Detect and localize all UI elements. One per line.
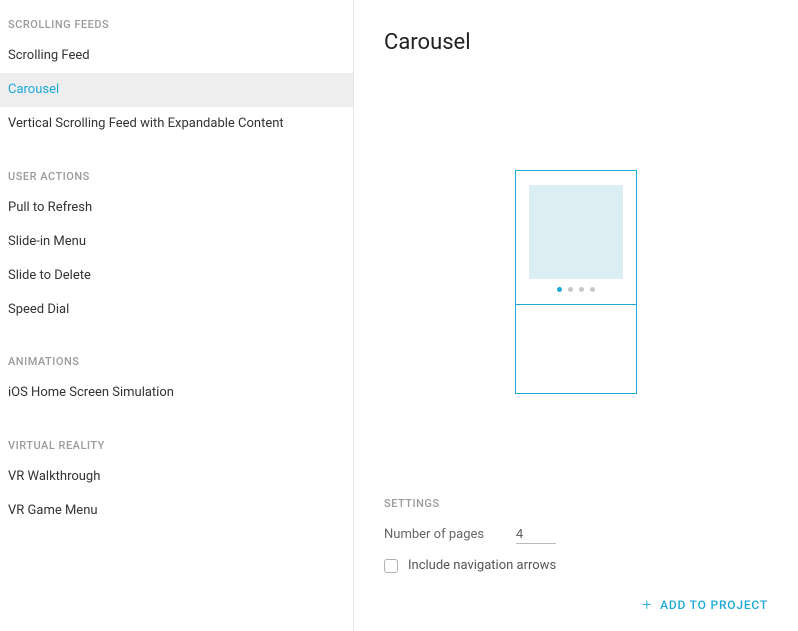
sidebar-item-carousel[interactable]: Carousel [0,73,353,107]
page-title: Carousel [384,30,768,55]
preview-area [384,75,768,489]
pages-label: Number of pages [384,527,516,542]
plus-icon: + [642,597,652,613]
footer: + ADD TO PROJECT [384,597,768,613]
settings-header: SETTINGS [384,497,768,510]
section-header: VIRTUAL REALITY [0,439,353,460]
arrows-checkbox[interactable] [384,559,398,573]
section-scrolling-feeds: SCROLLING FEEDS Scrolling Feed Carousel … [0,18,353,142]
dot-icon [568,287,573,292]
add-to-project-button[interactable]: + ADD TO PROJECT [642,597,768,613]
section-virtual-reality: VIRTUAL REALITY VR Walkthrough VR Game M… [0,439,353,528]
sidebar-item-ios-home-screen[interactable]: iOS Home Screen Simulation [0,376,353,410]
section-user-actions: USER ACTIONS Pull to Refresh Slide-in Me… [0,170,353,328]
setting-row-arrows: Include navigation arrows [384,558,768,573]
dot-icon [590,287,595,292]
sidebar-item-speed-dial[interactable]: Speed Dial [0,293,353,327]
setting-row-pages: Number of pages [384,524,768,544]
section-animations: ANIMATIONS iOS Home Screen Simulation [0,355,353,410]
phone-preview [515,170,637,394]
section-header: USER ACTIONS [0,170,353,191]
dot-icon [579,287,584,292]
arrows-label: Include navigation arrows [408,558,556,573]
sidebar-item-vertical-scrolling-feed[interactable]: Vertical Scrolling Feed with Expandable … [0,107,353,141]
sidebar-item-vr-walkthrough[interactable]: VR Walkthrough [0,460,353,494]
pagination-dots [557,287,595,292]
sidebar-item-scrolling-feed[interactable]: Scrolling Feed [0,39,353,73]
carousel-image-placeholder [529,185,623,279]
empty-cell [516,305,636,393]
main-panel: Carousel SETTINGS Number of pages Includ [354,0,798,631]
sidebar-item-slide-to-delete[interactable]: Slide to Delete [0,259,353,293]
dot-icon [557,287,562,292]
sidebar-item-vr-game-menu[interactable]: VR Game Menu [0,494,353,528]
sidebar-item-slide-in-menu[interactable]: Slide-in Menu [0,225,353,259]
add-button-label: ADD TO PROJECT [660,598,768,612]
carousel-cell [516,171,636,305]
section-header: ANIMATIONS [0,355,353,376]
settings-block: SETTINGS Number of pages Include navigat… [384,497,768,573]
sidebar-item-pull-to-refresh[interactable]: Pull to Refresh [0,191,353,225]
section-header: SCROLLING FEEDS [0,18,353,39]
pages-input[interactable] [516,524,556,544]
sidebar: SCROLLING FEEDS Scrolling Feed Carousel … [0,0,354,631]
